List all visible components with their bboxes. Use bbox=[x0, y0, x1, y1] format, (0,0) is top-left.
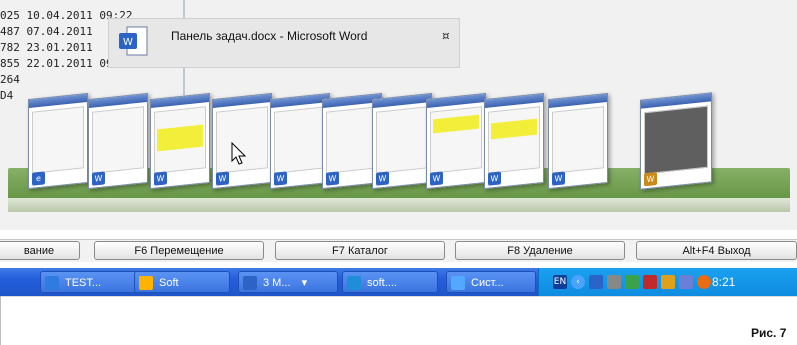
word-badge-icon: W bbox=[376, 171, 389, 186]
flip3d-view: 025 10.04.2011 09:22 487 07.04.2011 782 … bbox=[0, 0, 797, 230]
system-tray: EN ‹ bbox=[538, 268, 797, 296]
language-indicator[interactable]: EN bbox=[553, 275, 567, 289]
taskbar-button-soft[interactable]: Soft bbox=[134, 271, 230, 293]
taskbar-button-word-group[interactable]: 3 M... ▾ bbox=[238, 271, 338, 293]
window-title: Панель задач.docx - Microsoft Word bbox=[171, 29, 368, 43]
fkey-catalog-button[interactable]: F7 Каталог bbox=[275, 241, 445, 260]
window-thumbnail[interactable]: W bbox=[150, 92, 210, 190]
app-icon bbox=[139, 276, 153, 290]
list-icon bbox=[45, 276, 59, 290]
divider bbox=[0, 296, 1, 345]
fkey-button[interactable]: вание bbox=[0, 241, 80, 260]
word-badge-icon: W bbox=[216, 171, 229, 186]
fkey-delete-button[interactable]: F8 Удаление bbox=[455, 241, 625, 260]
file-list-row: 264 bbox=[0, 73, 20, 86]
word-badge-icon: W bbox=[326, 171, 339, 186]
browser-icon[interactable] bbox=[697, 275, 711, 289]
word-badge-icon: W bbox=[154, 171, 167, 186]
app-badge-icon: W bbox=[644, 171, 657, 187]
app-badge-icon: e bbox=[32, 171, 45, 186]
figure-caption: Рис. 7 bbox=[751, 326, 787, 340]
taskbar-button-label: soft.... bbox=[367, 277, 397, 289]
monitor-icon[interactable] bbox=[589, 275, 603, 289]
word-badge-icon: W bbox=[488, 171, 501, 186]
divider bbox=[0, 296, 797, 297]
window-thumbnail[interactable]: e bbox=[28, 92, 88, 190]
svg-text:W: W bbox=[123, 37, 133, 48]
tray-app-icon[interactable] bbox=[679, 275, 693, 289]
word-icon bbox=[243, 276, 257, 290]
word-badge-icon: W bbox=[274, 171, 287, 186]
flip3d-title-tooltip: W Панель задач.docx - Microsoft Word ¤ bbox=[108, 18, 460, 68]
function-key-bar: вание F6 Перемещение F7 Каталог F8 Удале… bbox=[0, 239, 797, 262]
flip3d-floor-edge bbox=[8, 198, 790, 212]
word-badge-icon: W bbox=[430, 171, 443, 186]
clock[interactable]: 8:21 bbox=[712, 275, 735, 289]
window-thumbnail[interactable]: W bbox=[270, 92, 330, 190]
word-badge-icon: W bbox=[552, 171, 565, 186]
network-icon[interactable] bbox=[625, 275, 639, 289]
pin-icon: ¤ bbox=[442, 29, 450, 43]
window-thumbnail[interactable]: W bbox=[640, 92, 712, 190]
window-thumbnail[interactable]: W bbox=[548, 92, 608, 190]
system-icon bbox=[451, 276, 465, 290]
fkey-move-button[interactable]: F6 Перемещение bbox=[94, 241, 264, 260]
chevron-down-icon: ▾ bbox=[301, 277, 308, 289]
taskbar-button-label: 3 M... bbox=[263, 277, 291, 289]
app-tray-icon[interactable] bbox=[607, 275, 621, 289]
taskbar-button-label: Soft bbox=[159, 277, 179, 289]
window-thumbnail-active[interactable]: W bbox=[212, 92, 272, 190]
fkey-exit-button[interactable]: Alt+F4 Выход bbox=[636, 241, 797, 260]
security-icon[interactable] bbox=[661, 275, 675, 289]
window-thumbnail[interactable]: W bbox=[426, 92, 486, 190]
taskbar-button-ie[interactable]: soft.... bbox=[342, 271, 438, 293]
taskbar-button-label: TEST... bbox=[65, 277, 102, 289]
chevron-left-icon[interactable]: ‹ bbox=[571, 275, 585, 289]
mouse-cursor-icon bbox=[231, 142, 247, 165]
word-badge-icon: W bbox=[92, 171, 105, 186]
keyboard-layout-icon[interactable] bbox=[643, 275, 657, 289]
taskbar-button-system[interactable]: Сист... bbox=[446, 271, 536, 293]
window-thumbnail[interactable]: W bbox=[372, 92, 432, 190]
window-thumbnail[interactable]: W bbox=[88, 92, 148, 190]
taskbar-button-label: Сист... bbox=[471, 277, 504, 289]
window-thumbnail[interactable]: W bbox=[484, 92, 544, 190]
word-document-icon: W bbox=[119, 26, 148, 56]
ie-icon bbox=[347, 276, 361, 290]
